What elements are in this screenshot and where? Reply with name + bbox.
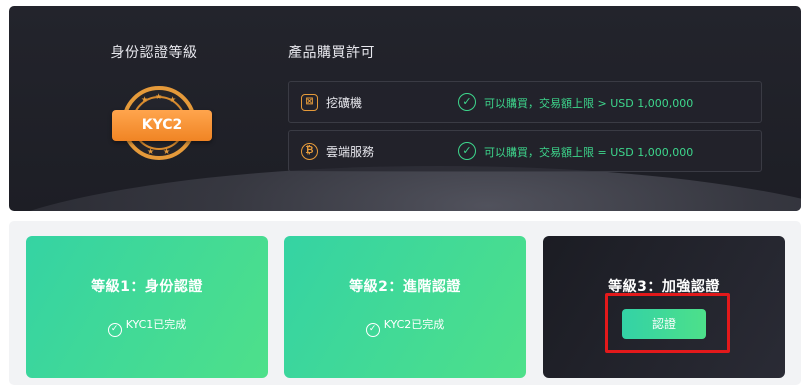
level-title: 等級1：身份認證 <box>91 279 203 295</box>
level-3-card: 等級3：加強認證 認證 <box>543 236 785 378</box>
level-1-card: 等級1：身份認證 ✓ KYC1已完成 <box>26 236 268 378</box>
level-status: ✓ KYC1已完成 <box>26 316 268 337</box>
permission-row-cloud: ₿ 雲端服務 ✓ 可以購買，交易額上限 = USD 1,000,000 <box>288 130 762 172</box>
permission-row-mining: ⊠ 挖礦機 ✓ 可以購買，交易額上限 > USD 1,000,000 <box>288 81 762 123</box>
kyc-badge-label: KYC2 <box>112 110 212 141</box>
kyc-level-title: 身份認證等級 <box>110 45 198 61</box>
kyc-level-section: 身份認證等級 ★ ★ ★ ★ ★ KYC2 <box>84 42 224 170</box>
permission-product-name: 雲端服務 <box>326 145 375 159</box>
star-icon: ★ <box>169 95 177 104</box>
level-title: 等級2：進階認證 <box>349 279 461 295</box>
verification-levels-panel: 等級1：身份認證 ✓ KYC1已完成 等級2：進階認證 ✓ KYC2已完成 等級3：… <box>9 221 801 385</box>
kyc-badge-icon: ★ ★ ★ ★ ★ KYC2 <box>112 86 212 170</box>
verify-button[interactable]: 認證 <box>622 309 706 339</box>
check-circle-icon: ✓ <box>365 323 380 337</box>
product-permission-section: 產品購買許可 ⊠ 挖礦機 ✓ 可以購買，交易額上限 > USD 1,000,00… <box>288 42 762 172</box>
permission-product-name: 挖礦機 <box>326 96 363 110</box>
check-circle-icon: ✓ <box>458 142 476 160</box>
check-circle-icon: ✓ <box>107 323 122 337</box>
permission-title: 產品購買許可 <box>288 45 375 61</box>
star-icon: ★ <box>141 95 149 104</box>
mining-machine-icon: ⊠ <box>301 94 318 111</box>
level-2-card: 等級2：進階認證 ✓ KYC2已完成 <box>284 236 526 378</box>
star-icon: ★ <box>155 92 163 101</box>
decorative-wave <box>9 166 801 211</box>
permission-status: 可以購買，交易額上限 = USD 1,000,000 <box>484 146 694 159</box>
bitcoin-icon: ₿ <box>301 143 318 160</box>
star-icon: ★ <box>147 147 155 156</box>
permission-status: 可以購買，交易額上限 > USD 1,000,000 <box>484 97 694 110</box>
level-status: ✓ KYC2已完成 <box>284 316 526 337</box>
level-title: 等級3：加強認證 <box>608 279 720 295</box>
check-circle-icon: ✓ <box>458 93 476 111</box>
kyc-overview-panel: 身份認證等級 ★ ★ ★ ★ ★ KYC2 產品購買許可 ⊠ 挖礦機 ✓ 可以購… <box>9 6 801 211</box>
star-icon: ★ <box>163 147 171 156</box>
